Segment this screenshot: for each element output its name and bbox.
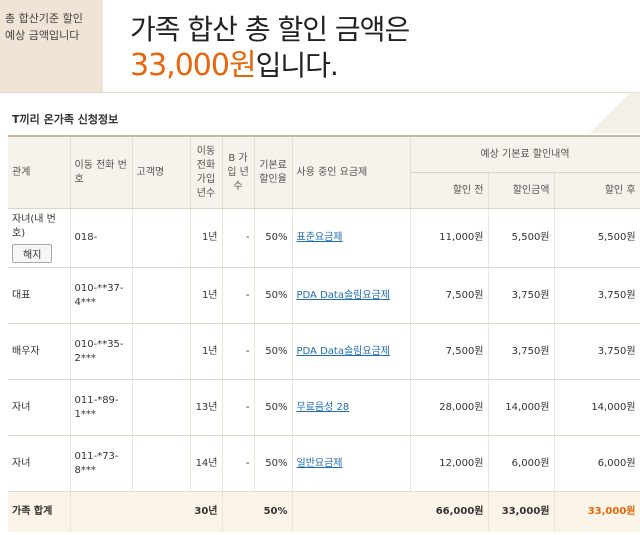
header-b-years: B 가입 년수 <box>222 135 255 209</box>
row-relation: 대표 <box>8 267 71 324</box>
row-join-years: 1년 <box>190 323 223 380</box>
row-discount: 5,500원 <box>488 208 555 268</box>
header-discount: 할인금액 <box>488 172 555 209</box>
cancel-button[interactable]: 해지 <box>12 244 53 263</box>
header-plan: 사용 중인 요금제 <box>292 135 411 209</box>
row-relation: 배우자 <box>8 323 71 380</box>
row-before: 28,000원 <box>410 379 489 436</box>
row-plan-cell: PDA Data슬림요금제 <box>292 267 411 324</box>
row-discount: 3,750원 <box>488 267 555 324</box>
total-row: 가족 합계 30년 50% 66,000원 33,000원 33,000원 <box>8 491 640 532</box>
banner-amount-suffix: 입니다. <box>255 49 339 82</box>
row-before: 11,000원 <box>410 208 489 268</box>
row-phone: 010-**35-2*** <box>70 323 133 380</box>
total-discount: 33,000원 <box>488 491 555 532</box>
banner-main: 가족 합산 총 할인 금액은 33,000원입니다. <box>103 0 640 92</box>
plan-link[interactable]: 표준요금제 <box>297 232 343 243</box>
row-plan-cell: PDA Data슬림요금제 <box>292 323 411 380</box>
row-base-rate: 50% <box>254 267 293 324</box>
header-join-years: 이동 전화 가입 년수 <box>190 135 223 209</box>
row-join-years: 13년 <box>190 379 223 436</box>
row-phone: 010-**37-4*** <box>70 267 133 324</box>
banner-label-line1: 총 합산기준 할인 <box>5 12 83 25</box>
row-plan-cell: 무료음성 28 <box>292 379 411 436</box>
banner-amount-line: 33,000원입니다. <box>130 40 339 84</box>
row-before: 7,500원 <box>410 267 489 324</box>
row-b-years: - <box>222 208 255 268</box>
row-after: 3,750원 <box>554 267 640 324</box>
plan-link[interactable]: 무료음성 28 <box>297 402 350 413</box>
application-info-panel: T끼리 온가족 신청정보 관계 이동 전화 번호 고객명 이동 전화 가입 년수… <box>0 92 640 535</box>
row-customer <box>132 379 191 436</box>
header-after: 할인 후 <box>554 172 640 209</box>
table-row: 대표 010-**37-4*** 1년 - 50% PDA Data슬림요금제 … <box>8 267 640 324</box>
row-before: 12,000원 <box>410 435 489 492</box>
row-phone: 011-*73-8*** <box>70 435 133 492</box>
row-before: 7,500원 <box>410 323 489 380</box>
row-base-rate: 50% <box>254 323 293 380</box>
row-base-rate: 50% <box>254 379 293 436</box>
row-b-years: - <box>222 267 255 324</box>
summary-banner: 총 합산기준 할인 예상 금액입니다 가족 합산 총 할인 금액은 33,000… <box>0 0 640 92</box>
plan-link[interactable]: PDA Data슬림요금제 <box>297 346 390 357</box>
total-label: 가족 합계 <box>8 491 71 532</box>
header-row-1: 관계 이동 전화 번호 고객명 이동 전화 가입 년수 B 가입 년수 기본료 … <box>8 135 640 209</box>
row-b-years: - <box>222 435 255 492</box>
row-phone: 018- <box>70 208 133 268</box>
header-relation: 관계 <box>8 135 71 209</box>
row-relation: 자녀(내 번호) <box>12 214 56 239</box>
row-plan-cell: 일반요금제 <box>292 435 411 492</box>
total-base-rate: 50% <box>222 491 293 532</box>
header-phone: 이동 전화 번호 <box>70 135 133 209</box>
row-base-rate: 50% <box>254 208 293 268</box>
family-info-table: 관계 이동 전화 번호 고객명 이동 전화 가입 년수 B 가입 년수 기본료 … <box>8 135 640 532</box>
header-expected: 예상 기본료 할인내역 <box>410 135 640 173</box>
header-customer: 고객명 <box>132 135 191 209</box>
row-discount: 6,000원 <box>488 435 555 492</box>
banner-label-box: 총 합산기준 할인 예상 금액입니다 <box>0 0 103 92</box>
table-row: 자녀(내 번호) 해지 018- 1년 - 50% 표준요금제 11,000원 … <box>8 208 640 268</box>
row-after: 5,500원 <box>554 208 640 268</box>
table-row: 자녀 011-*89-1*** 13년 - 50% 무료음성 28 28,000… <box>8 379 640 436</box>
plan-link[interactable]: 일반요금제 <box>297 458 343 469</box>
row-join-years: 1년 <box>190 208 223 268</box>
row-plan-cell: 표준요금제 <box>292 208 411 268</box>
row-customer <box>132 267 191 324</box>
header-base-rate: 기본료 할인율 <box>254 135 293 209</box>
table-row: 자녀 011-*73-8*** 14년 - 50% 일반요금제 12,000원 … <box>8 435 640 492</box>
row-relation: 자녀 <box>8 379 71 436</box>
plan-link[interactable]: PDA Data슬림요금제 <box>297 290 390 301</box>
total-after: 33,000원 <box>554 491 640 532</box>
row-join-years: 14년 <box>190 435 223 492</box>
row-customer <box>132 435 191 492</box>
corner-decoration <box>580 93 640 133</box>
table-row: 배우자 010-**35-2*** 1년 - 50% PDA Data슬림요금제… <box>8 323 640 380</box>
row-after: 14,000원 <box>554 379 640 436</box>
row-b-years: - <box>222 323 255 380</box>
row-customer <box>132 208 191 268</box>
row-after: 3,750원 <box>554 323 640 380</box>
row-discount: 14,000원 <box>488 379 555 436</box>
header-before: 할인 전 <box>410 172 489 209</box>
banner-label-line2: 예상 금액입니다 <box>5 29 80 42</box>
total-before: 66,000원 <box>292 491 489 532</box>
section-title: T끼리 온가족 신청정보 <box>12 113 119 126</box>
row-discount: 3,750원 <box>488 323 555 380</box>
row-relation-cell: 자녀(내 번호) 해지 <box>8 208 71 268</box>
row-customer <box>132 323 191 380</box>
row-phone: 011-*89-1*** <box>70 379 133 436</box>
total-discount-amount: 33,000원 <box>130 48 257 83</box>
row-join-years: 1년 <box>190 267 223 324</box>
row-relation: 자녀 <box>8 435 71 492</box>
row-b-years: - <box>222 379 255 436</box>
row-base-rate: 50% <box>254 435 293 492</box>
row-after: 6,000원 <box>554 435 640 492</box>
total-join-years: 30년 <box>70 491 223 532</box>
